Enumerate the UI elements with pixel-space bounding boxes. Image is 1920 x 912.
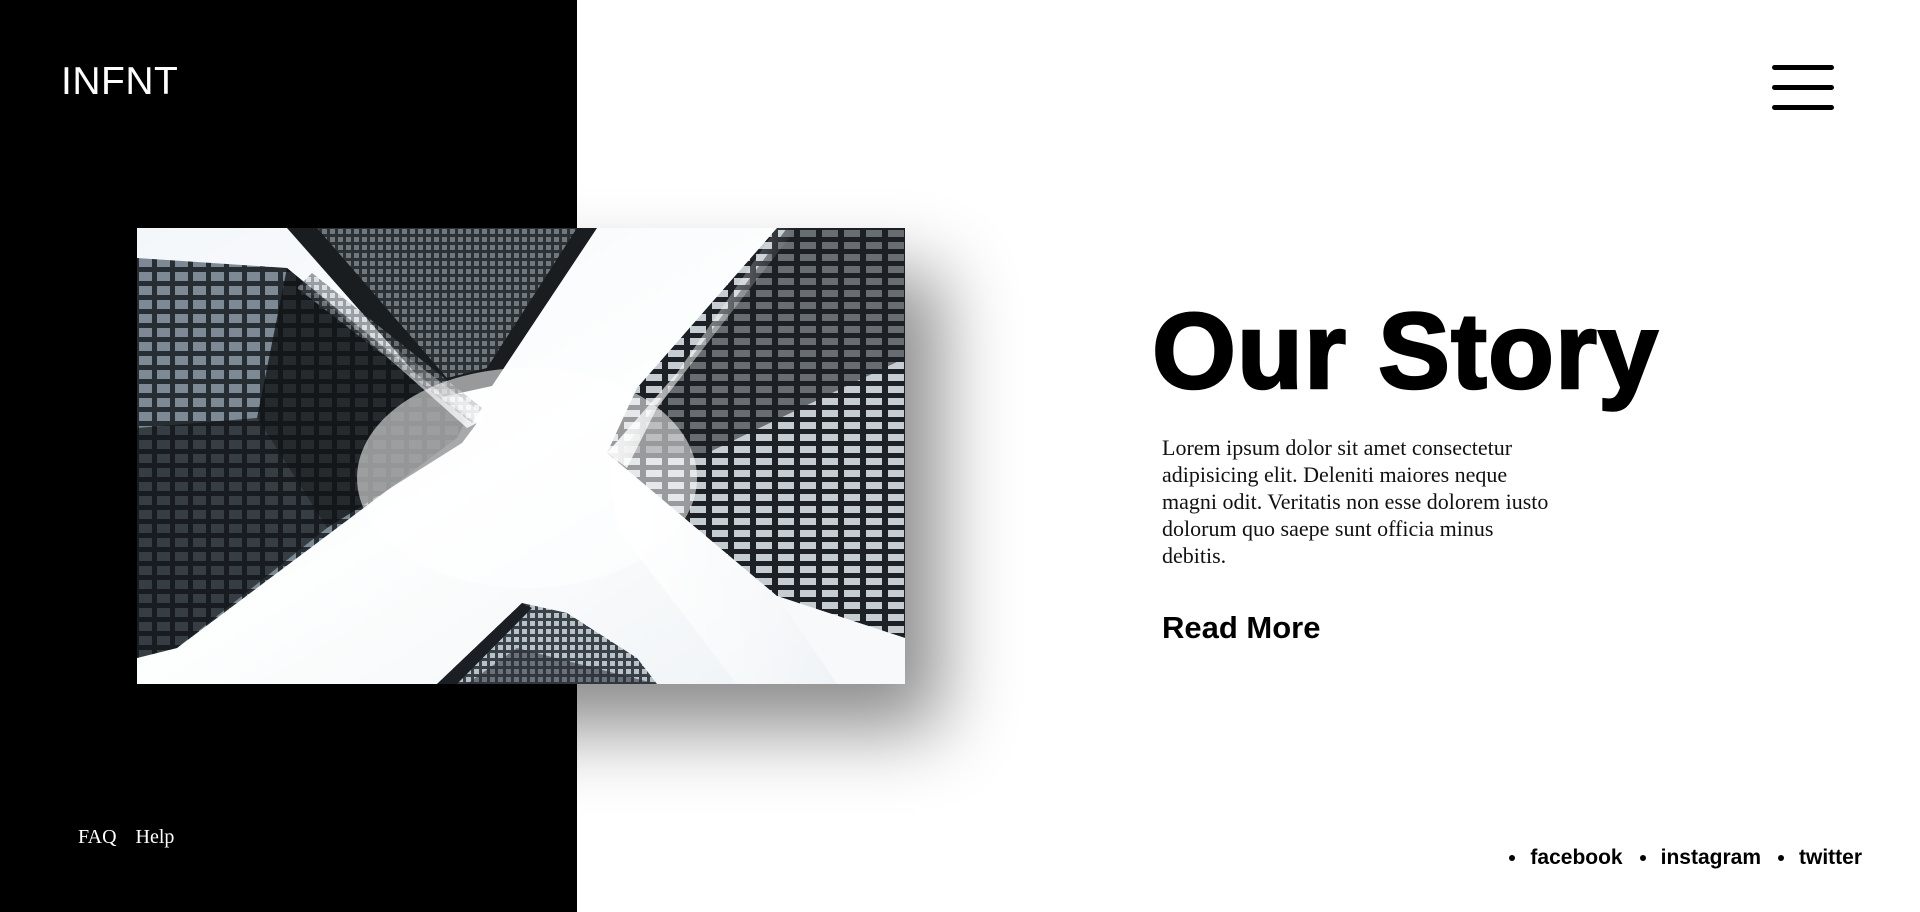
footer-nav: FAQ Help xyxy=(78,826,174,849)
social-item-twitter: twitter xyxy=(1761,846,1862,870)
facebook-link[interactable]: facebook xyxy=(1530,846,1622,870)
brand-logo[interactable]: INFNT xyxy=(61,56,178,108)
page-title: Our Story xyxy=(1151,289,1660,412)
social-item-instagram: instagram xyxy=(1623,846,1761,870)
hero-image xyxy=(137,228,905,684)
hamburger-menu-icon[interactable] xyxy=(1772,61,1837,113)
story-description: Lorem ipsum dolor sit amet consectetur a… xyxy=(1162,435,1549,568)
landing-page: INFNT Our Story Lorem ipsum dolor sit am… xyxy=(0,0,1920,912)
menu-bar-middle xyxy=(1772,85,1834,90)
faq-link[interactable]: FAQ xyxy=(78,826,117,849)
twitter-link[interactable]: twitter xyxy=(1799,846,1862,870)
skyscrapers-image xyxy=(137,228,905,684)
bullet-icon xyxy=(1509,855,1516,861)
social-links: facebook instagram twitter xyxy=(1509,846,1862,870)
help-link[interactable]: Help xyxy=(136,826,175,849)
social-item-facebook: facebook xyxy=(1509,846,1623,870)
bullet-icon xyxy=(1639,855,1646,861)
read-more-link[interactable]: Read More xyxy=(1162,608,1320,648)
instagram-link[interactable]: instagram xyxy=(1661,846,1761,870)
menu-bar-bottom xyxy=(1772,105,1834,110)
bullet-icon xyxy=(1778,855,1784,861)
menu-bar-top xyxy=(1772,65,1834,70)
